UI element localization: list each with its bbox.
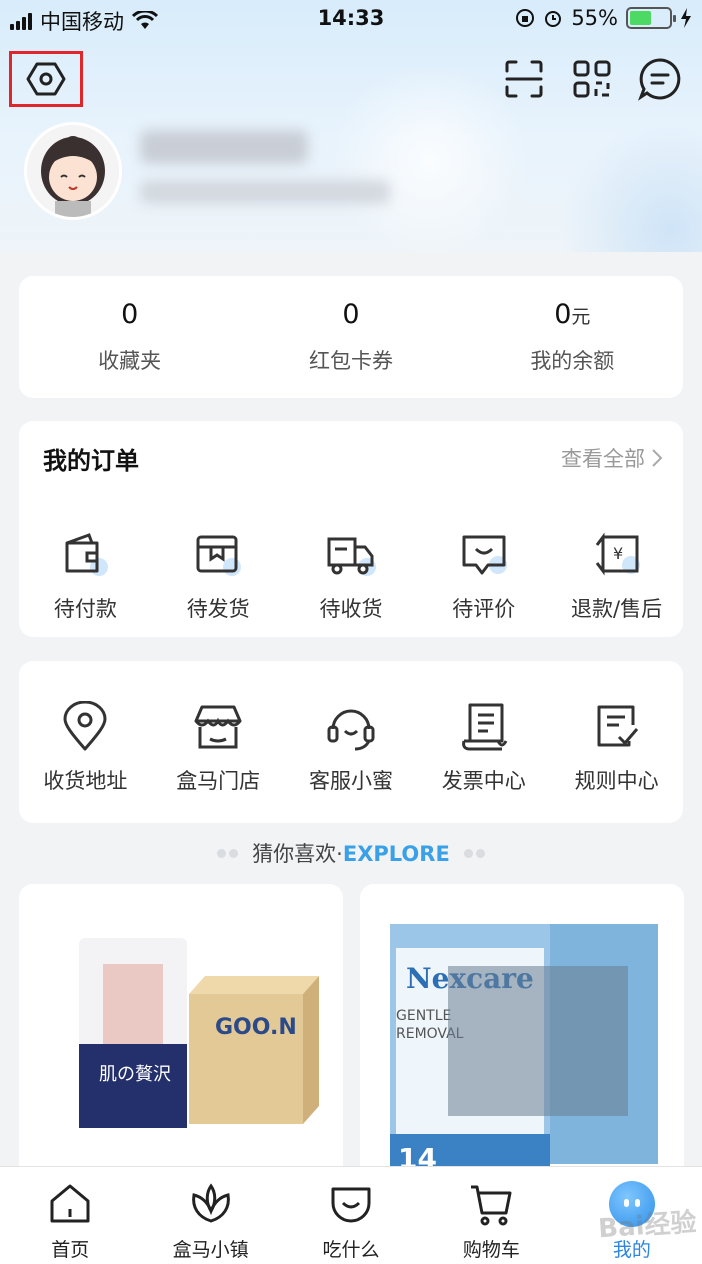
invoice-icon bbox=[461, 703, 508, 751]
location-icon bbox=[63, 701, 107, 751]
stat-unit: 元 bbox=[571, 306, 591, 328]
svg-text:GENTLE: GENTLE bbox=[396, 1008, 451, 1024]
service-label: 发票中心 bbox=[441, 769, 526, 793]
product-card[interactable]: GOO.N 肌の贅沢 bbox=[19, 884, 343, 1184]
order-refund[interactable]: ¥ 退款/售后 bbox=[550, 529, 683, 623]
tab-cart[interactable]: 购物车 bbox=[421, 1167, 561, 1264]
battery-percent: 55% bbox=[571, 6, 618, 30]
svg-text:GOO.N: GOO.N bbox=[215, 1015, 297, 1040]
service-label: 收货地址 bbox=[43, 769, 128, 793]
order-label: 待付款 bbox=[53, 597, 117, 621]
cart-icon bbox=[471, 1185, 512, 1226]
service-rules[interactable]: 规则中心 bbox=[550, 701, 683, 795]
headset-icon bbox=[327, 709, 375, 751]
order-label: 退款/售后 bbox=[571, 597, 663, 621]
explore-cn: 猜你喜欢· bbox=[252, 842, 343, 866]
services-card: 收货地址 盒马门店 客服小蜜 发票中心 规则中心 bbox=[19, 661, 683, 823]
rotation-lock-icon bbox=[516, 9, 535, 27]
settings-button[interactable] bbox=[9, 51, 83, 107]
tab-hema-town[interactable]: 盒马小镇 bbox=[140, 1167, 280, 1264]
tab-label: 吃什么 bbox=[322, 1239, 380, 1261]
stat-favorites[interactable]: 0 收藏夹 bbox=[19, 276, 240, 398]
watermark: Bai经验 bbox=[596, 1207, 698, 1245]
package-icon bbox=[196, 535, 242, 576]
bowl-icon bbox=[331, 1187, 371, 1223]
orders-title: 我的订单 bbox=[43, 447, 139, 475]
alarm-icon bbox=[545, 11, 562, 27]
order-pending-review[interactable]: 待评价 bbox=[417, 529, 550, 623]
tab-label: 盒马小镇 bbox=[172, 1239, 249, 1261]
service-label: 盒马门店 bbox=[176, 769, 261, 793]
explore-header: 猜你喜欢·EXPLORE bbox=[0, 838, 702, 868]
avatar-girl-icon bbox=[27, 125, 119, 217]
username-blurred bbox=[140, 130, 308, 164]
decor-dots-right bbox=[463, 848, 485, 858]
flower-icon bbox=[191, 1183, 230, 1223]
wallet-icon bbox=[65, 533, 109, 576]
stat-label: 红包卡券 bbox=[308, 349, 393, 373]
view-all-label: 查看全部 bbox=[561, 447, 645, 471]
nexcare-eyepatch-product-image: Nexcare GENTLE REMOVAL 14 bbox=[360, 884, 684, 1184]
diaper-pack-product-image: GOO.N 肌の贅沢 bbox=[19, 884, 343, 1184]
scan-icon bbox=[505, 60, 543, 98]
tab-home[interactable]: 首页 bbox=[0, 1167, 140, 1264]
order-pending-receipt[interactable]: 待收货 bbox=[285, 529, 418, 623]
stat-value: 0 bbox=[121, 299, 139, 330]
stats-card: 0 收藏夹 0 红包卡券 0元 我的余额 bbox=[19, 276, 683, 398]
service-address[interactable]: 收货地址 bbox=[19, 701, 152, 795]
stat-label: 收藏夹 bbox=[98, 349, 162, 373]
tab-label: 首页 bbox=[51, 1239, 90, 1261]
service-label: 规则中心 bbox=[574, 769, 659, 793]
store-icon bbox=[194, 705, 242, 749]
truck-icon bbox=[327, 537, 376, 576]
qr-code-button[interactable] bbox=[568, 55, 616, 103]
stat-coupons[interactable]: 0 红包卡券 bbox=[240, 276, 461, 398]
rules-icon bbox=[597, 705, 638, 747]
refund-icon: ¥ bbox=[595, 532, 640, 576]
decor-dots-left bbox=[217, 848, 239, 858]
view-all-orders-link[interactable]: 查看全部 bbox=[561, 443, 663, 473]
order-label: 待收货 bbox=[319, 597, 383, 621]
avatar[interactable] bbox=[24, 122, 122, 220]
stat-value: 0 bbox=[554, 299, 572, 330]
settings-hexagon-icon bbox=[26, 62, 66, 96]
tab-what-to-eat[interactable]: 吃什么 bbox=[281, 1167, 421, 1264]
order-label: 待评价 bbox=[452, 597, 516, 621]
battery-icon bbox=[626, 7, 676, 29]
message-icon bbox=[638, 58, 681, 101]
svg-text:¥: ¥ bbox=[613, 544, 623, 563]
order-pending-payment[interactable]: 待付款 bbox=[19, 529, 152, 623]
review-icon bbox=[462, 535, 507, 575]
tab-label: 购物车 bbox=[462, 1239, 520, 1261]
service-customer-support[interactable]: 客服小蜜 bbox=[285, 701, 418, 795]
chevron-right-icon bbox=[652, 449, 663, 467]
service-label: 客服小蜜 bbox=[308, 769, 393, 793]
qr-code-icon bbox=[573, 60, 611, 98]
explore-en: EXPLORE bbox=[342, 842, 450, 866]
stat-balance[interactable]: 0元 我的余额 bbox=[462, 276, 683, 398]
svg-text:肌の贅沢: 肌の贅沢 bbox=[99, 1064, 171, 1085]
order-pending-shipment[interactable]: 待发货 bbox=[152, 529, 285, 623]
message-button[interactable] bbox=[636, 55, 684, 103]
home-icon bbox=[50, 1184, 90, 1223]
orders-card: 我的订单 查看全部 待付款 待发货 待收货 待评价 ¥ 退款/售后 bbox=[19, 421, 683, 637]
user-info-blurred bbox=[140, 180, 390, 204]
product-card[interactable]: Nexcare GENTLE REMOVAL 14 bbox=[360, 884, 684, 1184]
stat-label: 我的余额 bbox=[530, 349, 615, 373]
charging-icon bbox=[681, 8, 691, 28]
scan-button[interactable] bbox=[500, 55, 548, 103]
service-store[interactable]: 盒马门店 bbox=[152, 701, 285, 795]
order-label: 待发货 bbox=[186, 597, 250, 621]
service-invoice[interactable]: 发票中心 bbox=[417, 701, 550, 795]
stat-value: 0 bbox=[342, 299, 360, 330]
status-bar: 中国移动 14:33 55% bbox=[0, 0, 702, 38]
